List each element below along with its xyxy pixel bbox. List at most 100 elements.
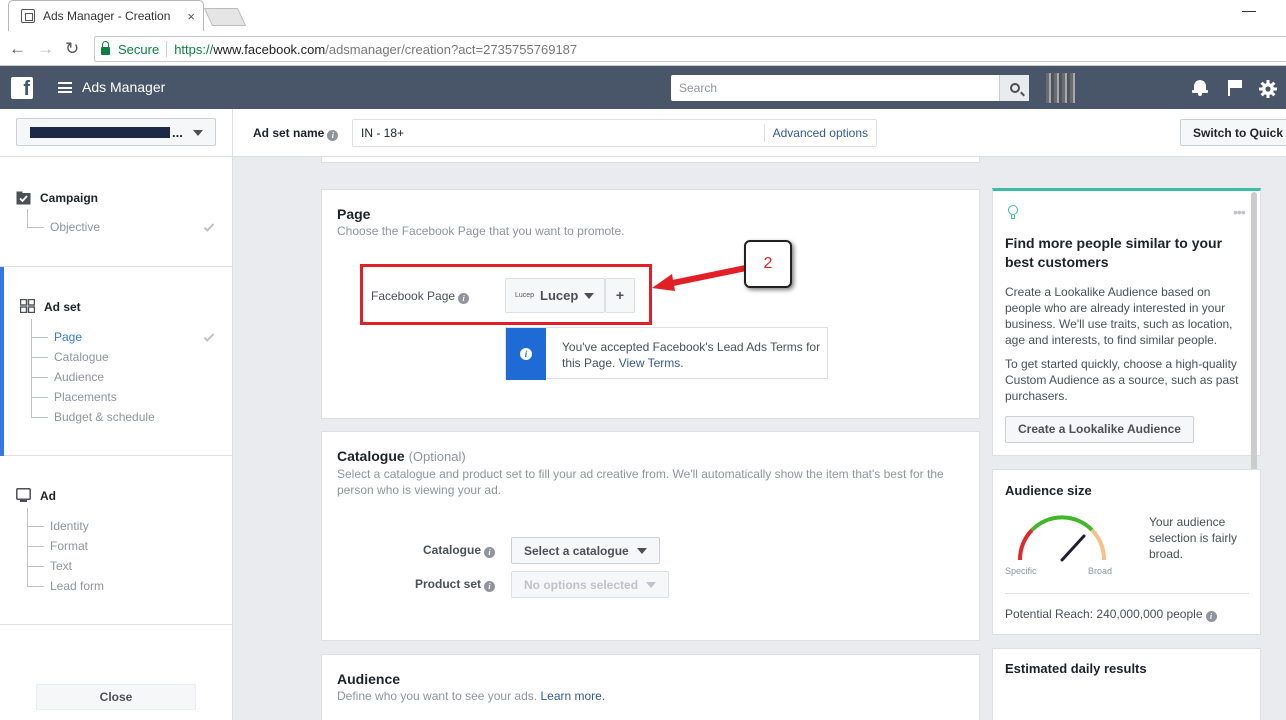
sidebar-item-placements[interactable]: Placements	[32, 390, 117, 404]
tab-favicon-icon	[21, 9, 35, 23]
product-set-select-value: No options selected	[524, 578, 639, 592]
search-input[interactable]	[671, 75, 999, 101]
previous-section-card	[321, 157, 980, 163]
fb-top-bar: f Ads Manager	[0, 66, 1286, 109]
sidebar-item-page[interactable]: Page	[31, 330, 82, 344]
red-arrow-annotation	[652, 265, 749, 291]
potential-reach-text: Potential Reach: 240,000,000 people	[1005, 607, 1203, 621]
page-logo-icon: Lucep	[515, 292, 535, 299]
sidebar-section-campaign: Campaign Objective	[0, 157, 233, 267]
sidebar-ad-title[interactable]: Ad	[40, 489, 56, 503]
info-icon[interactable]: i	[484, 581, 496, 592]
right-panel-scrollbar[interactable]	[1251, 192, 1257, 494]
info-icon[interactable]: i	[327, 130, 339, 141]
browser-tab[interactable]: Ads Manager - Creation ×	[8, 0, 204, 31]
catalogue-label: Catalogue i	[423, 543, 496, 558]
close-button[interactable]: Close	[36, 684, 196, 710]
campaign-folder-icon	[16, 191, 31, 205]
sidebar-item-text[interactable]: Text	[27, 559, 72, 573]
window-minimize-icon[interactable]: —	[1242, 2, 1256, 18]
tree-line	[27, 508, 28, 587]
advanced-options-link[interactable]: Advanced options	[763, 124, 876, 142]
info-icon[interactable]: i	[458, 293, 470, 304]
info-icon[interactable]: i	[484, 547, 496, 558]
tree-line	[27, 209, 28, 228]
forward-arrow-icon[interactable]: →	[37, 39, 54, 59]
url-path: /adsmanager/creation?act=2735755769187	[325, 41, 578, 57]
flag-icon[interactable]	[1228, 80, 1242, 96]
info-icon[interactable]: i	[1205, 611, 1217, 622]
sidebar-item-objective[interactable]: Objective	[27, 220, 100, 234]
tree-line	[31, 319, 32, 418]
facebook-page-label-text: Facebook Page	[371, 289, 456, 303]
back-arrow-icon[interactable]: ←	[9, 39, 26, 59]
page-section-title: Page	[337, 206, 371, 222]
chevron-down-icon	[646, 582, 656, 588]
address-separator	[166, 41, 168, 57]
sidebar-section-adset: Ad set Page Catalogue Audience Placement…	[0, 267, 233, 456]
tab-title: Ads Manager - Creation	[43, 9, 171, 23]
sidebar-section-ad: Ad Identity Format Text Lead form	[0, 456, 233, 625]
sidebar-adset-title[interactable]: Ad set	[44, 300, 81, 314]
checkmark-icon	[203, 331, 215, 342]
potential-reach: Potential Reach: 240,000,000 people i	[1005, 606, 1217, 622]
browser-toolbar: ← → ↻ Secure https://www.facebook.com/ad…	[0, 33, 1286, 66]
audience-subtitle-text: Define who you want to see your ads.	[337, 689, 538, 703]
gauge-specific-label: Specific	[1005, 566, 1037, 576]
view-terms-link[interactable]: View Terms.	[619, 356, 684, 370]
account-name-redacted	[30, 127, 170, 138]
product-set-select[interactable]: No options selected	[511, 571, 669, 598]
ad-set-header: ... Ad set name i IN - 18+ Advanced optio…	[0, 109, 1286, 157]
product-set-label-text: Product set	[415, 577, 482, 591]
catalogue-section-subtitle: Select a catalogue and product set to fi…	[337, 467, 944, 497]
lookalike-body-1: Create a Lookalike Audience based on peo…	[1005, 285, 1233, 347]
catalogue-label-text: Catalogue	[423, 543, 482, 557]
create-lookalike-button[interactable]: Create a Lookalike Audience	[1005, 416, 1194, 443]
more-options-icon[interactable]: •••	[1233, 204, 1246, 220]
sidebar-campaign-title[interactable]: Campaign	[40, 191, 98, 205]
sidebar-item-budget-schedule[interactable]: Budget & schedule	[32, 410, 155, 424]
sidebar-item-lead-form[interactable]: Lead form	[27, 579, 104, 593]
switch-to-quick-button[interactable]: Switch to Quick	[1180, 119, 1286, 146]
add-page-button[interactable]: +	[605, 278, 635, 313]
creation-sidebar: Campaign Objective Ad set Page Catalogue…	[0, 157, 233, 720]
search-icon	[1009, 83, 1020, 93]
facebook-page-selector[interactable]: Lucep Lucep	[505, 278, 605, 313]
reload-icon[interactable]: ↻	[65, 39, 79, 59]
tab-close-icon[interactable]: ×	[187, 9, 195, 24]
search-box	[671, 75, 1029, 101]
account-selector[interactable]: ...	[16, 118, 216, 146]
address-bar[interactable]: Secure https://www.facebook.com/adsmanag…	[94, 36, 1286, 62]
adset-name-value: IN - 18+	[361, 126, 405, 140]
ad-monitor-icon	[16, 488, 31, 502]
adset-name-input[interactable]: IN - 18+ Advanced options	[352, 119, 877, 147]
divider	[1005, 593, 1249, 594]
gauge-broad-label: Broad	[1088, 566, 1113, 576]
adset-name-label-text: Ad set name	[253, 126, 325, 140]
secure-label: Secure	[118, 41, 160, 57]
url-host: www.facebook.com	[213, 41, 326, 57]
search-button[interactable]	[999, 75, 1029, 101]
audience-section-card	[321, 654, 980, 720]
app-title[interactable]: Ads Manager	[82, 79, 165, 95]
learn-more-link[interactable]: Learn more.	[540, 689, 605, 703]
checkmark-icon	[203, 221, 215, 232]
chevron-down-icon	[193, 130, 203, 136]
lookalike-heading: Find more people similar to your best cu…	[1005, 235, 1223, 270]
hamburger-menu-icon[interactable]	[58, 82, 72, 93]
sidebar-item-identity[interactable]: Identity	[28, 519, 89, 533]
info-notice-icon: i	[506, 328, 546, 380]
audience-section-subtitle: Define who you want to see your ads. Lea…	[337, 689, 605, 703]
settings-gear-icon[interactable]	[1259, 80, 1277, 98]
chevron-down-icon	[584, 292, 595, 299]
facebook-logo-icon[interactable]: f	[11, 77, 33, 99]
catalogue-select[interactable]: Select a catalogue	[511, 537, 660, 564]
notifications-bell-icon[interactable]	[1192, 79, 1208, 96]
sidebar-item-audience[interactable]: Audience	[31, 370, 104, 384]
lead-ads-terms-notice: i You've accepted Facebook's Lead Ads Te…	[505, 327, 828, 380]
sidebar-item-catalogue[interactable]: Catalogue	[32, 350, 109, 364]
account-avatar[interactable]	[1046, 73, 1076, 103]
sidebar-item-format[interactable]: Format	[27, 539, 88, 553]
estimated-daily-heading: Estimated daily results	[1005, 661, 1147, 676]
new-tab-button[interactable]	[203, 8, 247, 26]
